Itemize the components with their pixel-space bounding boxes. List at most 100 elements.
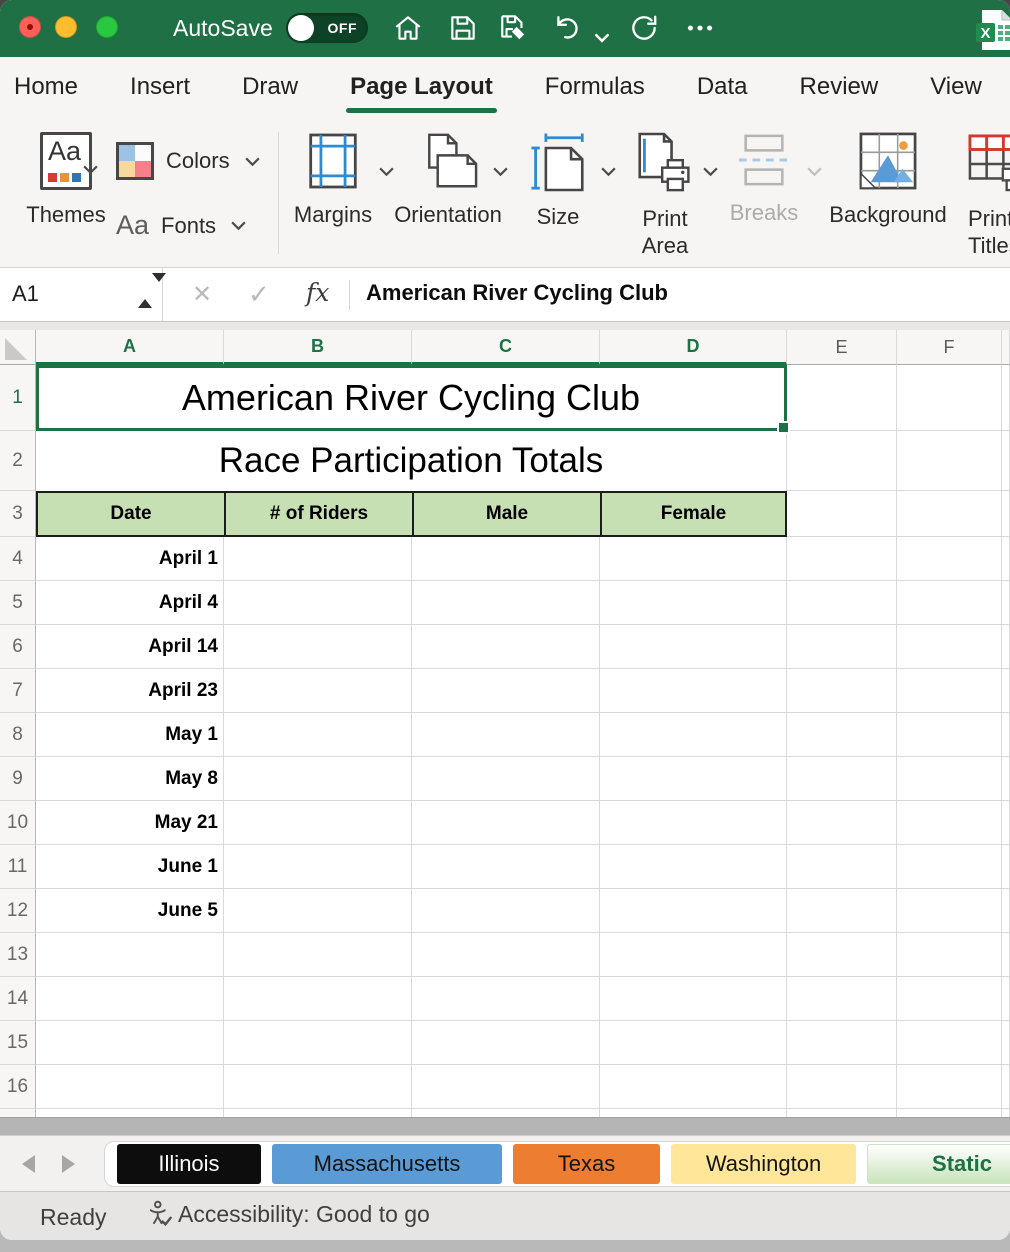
cell[interactable] [787, 1065, 897, 1109]
column-header-f[interactable]: F [897, 330, 1002, 365]
redo-icon[interactable] [628, 12, 660, 44]
cell[interactable] [1002, 1065, 1010, 1109]
ribbon-tab-insert[interactable]: Insert [130, 73, 190, 101]
column-header-c[interactable]: C [412, 330, 600, 365]
column-header-partial[interactable] [1002, 330, 1010, 365]
insert-function-icon[interactable]: fx [306, 278, 329, 307]
row-header-8[interactable]: 8 [0, 713, 36, 757]
cell[interactable] [897, 669, 1002, 713]
cell[interactable] [412, 625, 600, 669]
cell[interactable] [787, 757, 897, 801]
cell[interactable] [1002, 537, 1010, 581]
more-ellipsis-icon[interactable] [684, 12, 716, 44]
row-header-3[interactable]: 3 [0, 491, 36, 537]
save-icon[interactable] [447, 12, 479, 44]
ribbon-tab-draw[interactable]: Draw [242, 73, 298, 101]
cell[interactable] [787, 933, 897, 977]
date-cell-row-9[interactable]: May 8 [36, 757, 224, 801]
cell[interactable] [600, 889, 787, 933]
cell[interactable] [787, 431, 897, 491]
cell[interactable] [224, 1109, 412, 1117]
margins-button[interactable]: Margins [300, 132, 366, 228]
row-header-13[interactable]: 13 [0, 933, 36, 977]
cell[interactable] [412, 801, 600, 845]
row-header-15[interactable]: 15 [0, 1021, 36, 1065]
cell[interactable] [36, 977, 224, 1021]
column-header-e[interactable]: E [787, 330, 897, 365]
cell[interactable] [224, 977, 412, 1021]
cell[interactable] [224, 669, 412, 713]
cell[interactable] [897, 491, 1002, 537]
cell[interactable] [224, 537, 412, 581]
orientation-chevron-icon[interactable] [492, 166, 509, 177]
sheet-nav-left-icon[interactable] [22, 1155, 35, 1173]
date-cell-row-5[interactable]: April 4 [36, 581, 224, 625]
sheet-tab-static[interactable]: Static [867, 1144, 1010, 1184]
cell[interactable] [412, 845, 600, 889]
cell[interactable] [897, 431, 1002, 491]
cell[interactable] [897, 365, 1002, 431]
size-button[interactable]: Size [526, 132, 590, 230]
cell[interactable] [600, 713, 787, 757]
cell[interactable] [897, 625, 1002, 669]
cell[interactable] [1002, 801, 1010, 845]
row-header-11[interactable]: 11 [0, 845, 36, 889]
ribbon-tab-view[interactable]: View [930, 73, 982, 101]
cell[interactable] [600, 581, 787, 625]
column-header-a[interactable]: A [36, 330, 224, 365]
minimize-window-button[interactable] [55, 16, 77, 38]
cell[interactable] [224, 1021, 412, 1065]
ribbon-tab-formulas[interactable]: Formulas [545, 73, 645, 101]
cell[interactable] [1002, 365, 1010, 431]
ribbon-tab-home[interactable]: Home [14, 73, 78, 101]
cell[interactable] [412, 537, 600, 581]
cell[interactable] [600, 537, 787, 581]
cell[interactable] [787, 977, 897, 1021]
print-titles-button[interactable]: Print Titles [968, 132, 1010, 259]
cell[interactable] [36, 1109, 224, 1117]
cell[interactable] [224, 757, 412, 801]
formula-input[interactable]: American River Cycling Club [366, 280, 668, 306]
row-header-6[interactable]: 6 [0, 625, 36, 669]
row-header-4[interactable]: 4 [0, 537, 36, 581]
ribbon-tab-data[interactable]: Data [697, 73, 748, 101]
cell[interactable] [224, 713, 412, 757]
cell[interactable] [787, 845, 897, 889]
column-header-b[interactable]: B [224, 330, 412, 365]
table-header-male[interactable]: Male [412, 491, 600, 537]
cell[interactable] [787, 889, 897, 933]
date-cell-row-8[interactable]: May 1 [36, 713, 224, 757]
row-header-2[interactable]: 2 [0, 431, 36, 491]
ribbon-tab-page-layout[interactable]: Page Layout [350, 73, 493, 101]
cell[interactable] [224, 1065, 412, 1109]
accessibility-status[interactable]: Accessibility: Good to go [148, 1200, 430, 1228]
cell[interactable] [36, 1021, 224, 1065]
cell[interactable] [787, 491, 897, 537]
row-header-1[interactable]: 1 [0, 365, 36, 431]
cell[interactable] [897, 757, 1002, 801]
cell[interactable] [600, 1065, 787, 1109]
cell[interactable] [897, 1021, 1002, 1065]
cell[interactable] [412, 1021, 600, 1065]
sheet-tab-illinois[interactable]: Illinois [117, 1144, 261, 1184]
table-header-date[interactable]: Date [36, 491, 224, 537]
save-as-icon[interactable] [498, 12, 530, 44]
cell[interactable] [787, 625, 897, 669]
date-cell-row-12[interactable]: June 5 [36, 889, 224, 933]
name-box-stepper[interactable] [138, 282, 166, 300]
cell[interactable] [897, 537, 1002, 581]
cell[interactable] [412, 977, 600, 1021]
cell[interactable] [1002, 845, 1010, 889]
cell[interactable] [224, 933, 412, 977]
cell[interactable] [600, 669, 787, 713]
print-area-button[interactable]: Print Area [634, 132, 696, 259]
home-icon[interactable] [392, 12, 424, 44]
cell[interactable] [600, 1021, 787, 1065]
cell[interactable] [600, 977, 787, 1021]
cell[interactable] [787, 581, 897, 625]
print-area-chevron-icon[interactable] [702, 166, 719, 177]
row-header-16[interactable]: 16 [0, 1065, 36, 1109]
row-header-14[interactable]: 14 [0, 977, 36, 1021]
cell[interactable] [224, 889, 412, 933]
date-cell-row-6[interactable]: April 14 [36, 625, 224, 669]
